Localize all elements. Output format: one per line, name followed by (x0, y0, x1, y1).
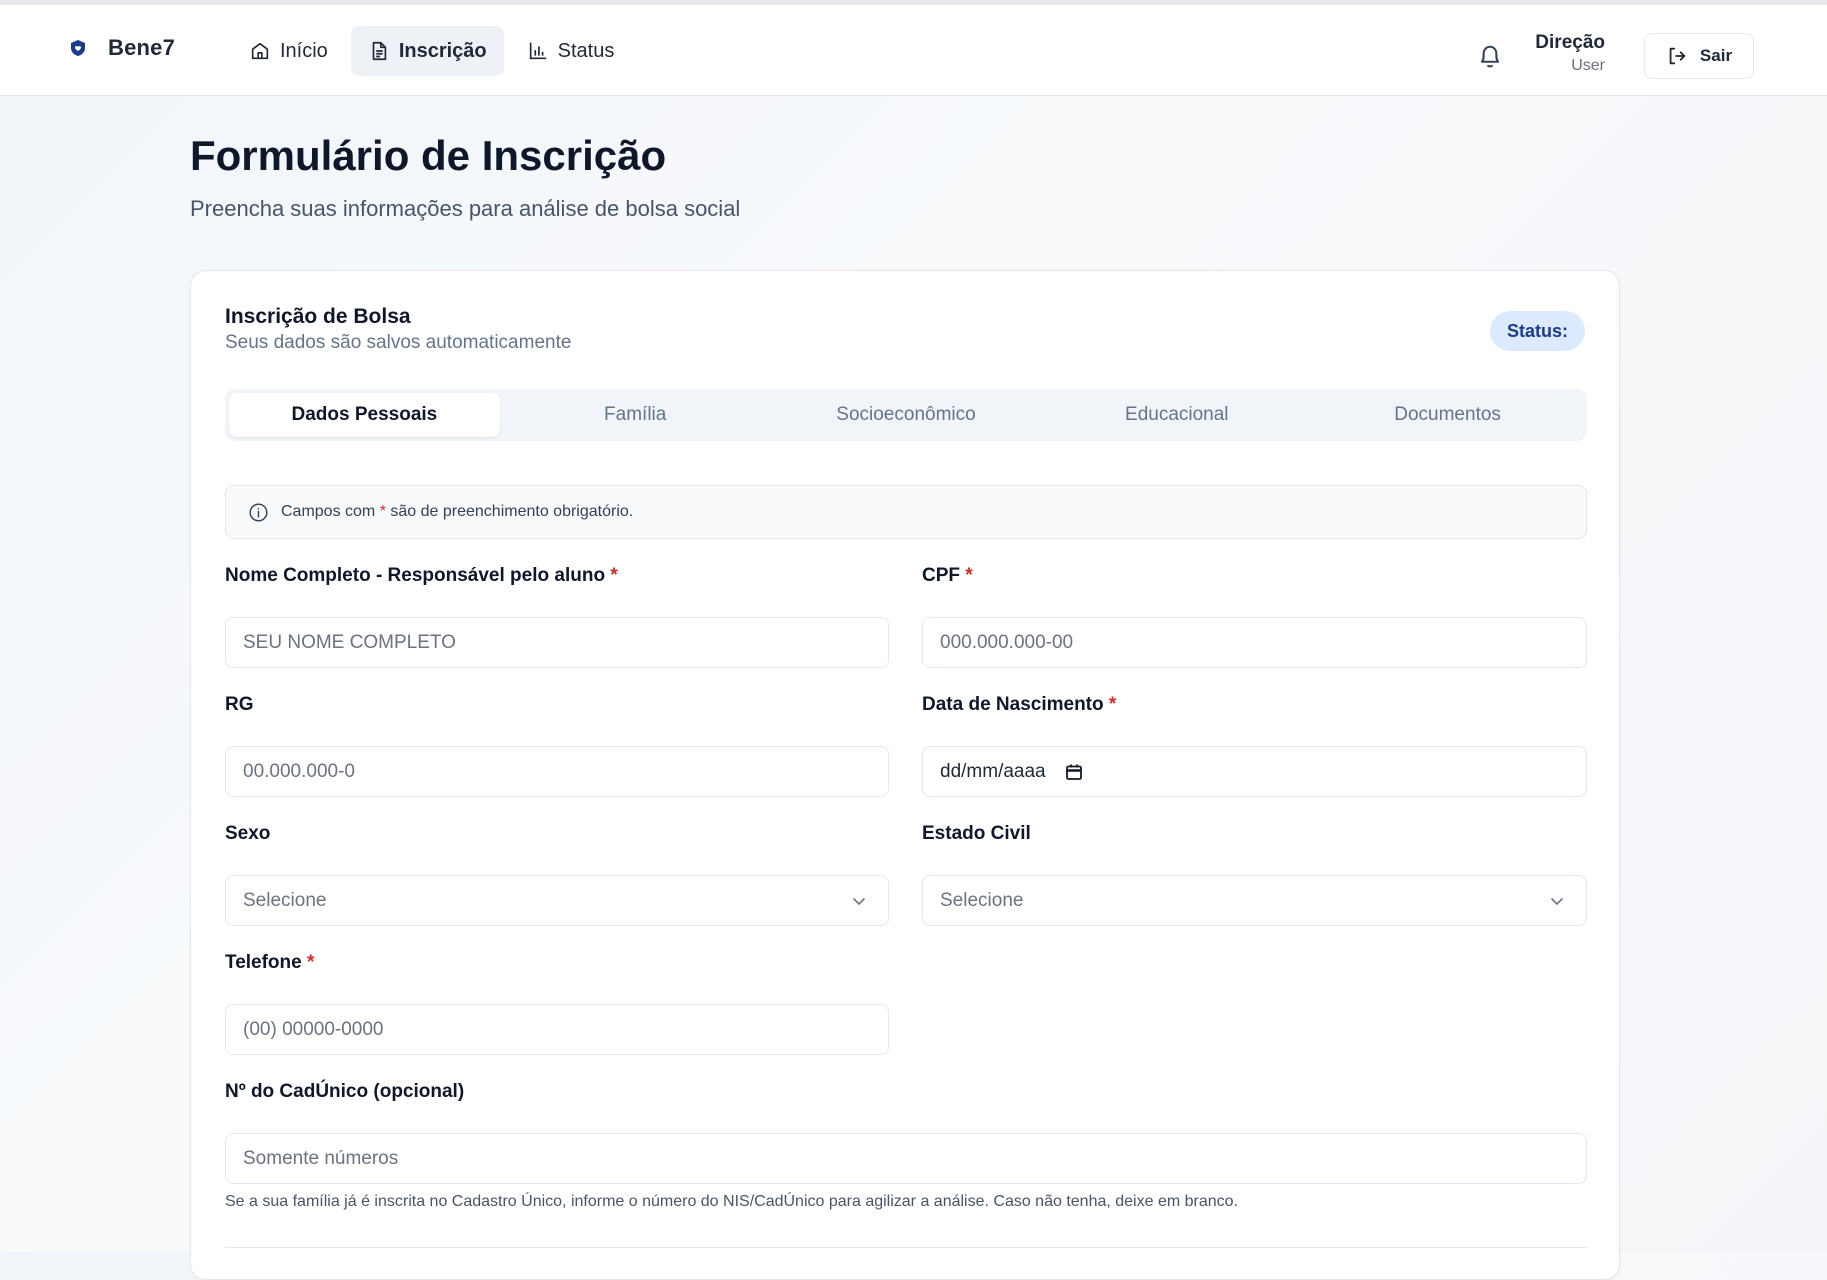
nav-status[interactable]: Status (510, 26, 632, 76)
card-title: Inscrição de Bolsa (225, 305, 411, 328)
sexo-select[interactable]: Selecione (225, 875, 889, 926)
nascimento-input[interactable]: dd/mm/aaaa (922, 746, 1587, 797)
user-name: Direção (1535, 32, 1605, 53)
cadunico-label: Nº do CadÚnico (opcional) (225, 1081, 465, 1102)
brand-name: Bene7 (108, 35, 176, 60)
tab-educacional[interactable]: Educacional (1041, 393, 1312, 437)
document-icon (372, 41, 387, 61)
sexo-select-value: Selecione (243, 889, 327, 911)
sexo-label: Sexo (225, 823, 271, 844)
cpf-input[interactable]: 000.000.000-00 (922, 617, 1587, 668)
nav-status-label: Status (557, 39, 615, 62)
estado-civil-select[interactable]: Selecione (922, 875, 1587, 926)
user-info[interactable]: Direção User (1535, 31, 1605, 77)
date-placeholder: dd/mm/aaaa (940, 760, 1046, 782)
rg-label: RG (225, 694, 254, 715)
tab-familia[interactable]: Família (500, 393, 771, 437)
estado-civil-select-value: Selecione (940, 889, 1024, 911)
notice-text: Campos com * são de preenchimento obriga… (281, 503, 634, 520)
nav-inscricao-label: Inscrição (398, 39, 487, 62)
page-title: Formulário de Inscrição (190, 132, 667, 179)
shield-heart-icon (68, 38, 88, 58)
main-nav: Início Inscrição Status (232, 26, 631, 76)
logout-icon (1669, 47, 1686, 65)
required-fields-notice: Campos com * são de preenchimento obriga… (225, 485, 1587, 539)
brand[interactable]: Bene7 (68, 35, 175, 61)
tab-socioeconomico[interactable]: Socioeconômico (771, 393, 1042, 437)
cadunico-helper-text: Se a sua família já é inscrita no Cadast… (225, 1193, 1238, 1210)
rg-input[interactable]: 00.000.000-0 (225, 746, 889, 797)
tab-documentos[interactable]: Documentos (1312, 393, 1583, 437)
home-icon (251, 42, 269, 60)
telefone-label: Telefone * (225, 952, 315, 973)
cpf-label: CPF * (922, 565, 973, 586)
estado-civil-label: Estado Civil (922, 823, 1031, 844)
tab-dados-pessoais[interactable]: Dados Pessoais (229, 393, 500, 437)
user-role: User (1571, 57, 1605, 74)
status-badge: Status: (1489, 311, 1585, 351)
logout-label: Sair (1699, 46, 1733, 65)
chevron-down-icon (1551, 897, 1563, 905)
nav-inicio-label: Início (280, 39, 328, 62)
card-subtitle: Seus dados são salvos automaticamente (225, 332, 572, 353)
info-icon (249, 502, 268, 522)
top-navbar: Bene7 Início Inscrição Status Direção Us… (0, 0, 1827, 96)
cadunico-input[interactable]: Somente números (225, 1133, 1587, 1184)
registration-card: Inscrição de Bolsa Seus dados são salvos… (190, 270, 1620, 1280)
telefone-input[interactable]: (00) 00000-0000 (225, 1004, 889, 1055)
calendar-icon[interactable] (1064, 762, 1084, 782)
page-subtitle: Preencha suas informações para análise d… (190, 196, 741, 221)
nav-inscricao[interactable]: Inscrição (350, 26, 504, 76)
logout-button[interactable]: Sair (1644, 33, 1754, 79)
chevron-down-icon (853, 897, 865, 905)
nav-inicio[interactable]: Início (232, 26, 345, 76)
bar-chart-icon (529, 42, 546, 60)
nome-input[interactable]: SEU NOME COMPLETO (225, 617, 889, 668)
bell-icon[interactable] (1476, 41, 1504, 71)
form-tabs: Dados Pessoais Família Socioeconômico Ed… (225, 389, 1587, 441)
nome-label: Nome Completo - Responsável pelo aluno * (225, 565, 618, 586)
nascimento-label: Data de Nascimento * (922, 694, 1117, 715)
divider (225, 1247, 1587, 1248)
